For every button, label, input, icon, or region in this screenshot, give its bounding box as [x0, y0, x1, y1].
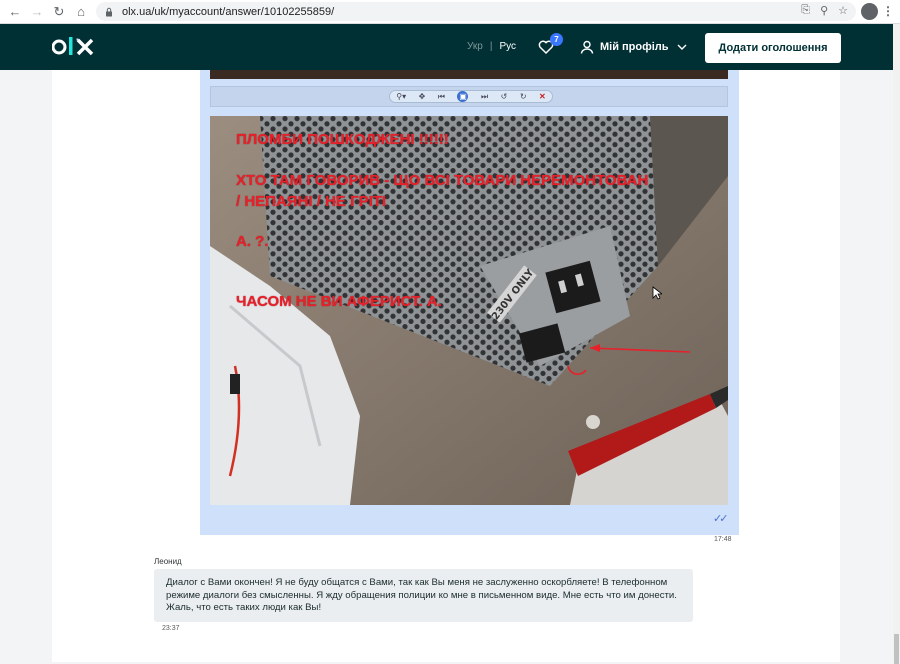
- close-icon[interactable]: ✕: [539, 92, 546, 101]
- sender-name: Леонид: [154, 557, 182, 566]
- photo-text-line-2: ХТО ТАМ ГОВОРИВ - ЩО ВСІ ТОВАРИ НЕРЕМОНТ…: [236, 172, 649, 189]
- chevron-down-icon: [677, 44, 687, 50]
- zoom-icon[interactable]: ⚲▾: [396, 92, 406, 101]
- url-text: olx.ua/uk/myaccount/answer/10102255859/: [122, 5, 335, 18]
- cursor-icon: [652, 286, 662, 300]
- lang-uk[interactable]: Укр: [467, 41, 483, 52]
- site-header: Укр | Рус 7 Мій профіль Додати оголошення: [0, 24, 893, 70]
- their-message-time: 23:37: [162, 625, 180, 632]
- message-text: Диалог с Вами окончен! Я не буду общатся…: [166, 577, 677, 613]
- post-ad-button[interactable]: Додати оголошення: [705, 33, 841, 63]
- lock-icon: [106, 7, 112, 16]
- user-icon: [580, 40, 594, 54]
- my-message-time: 17:48: [714, 536, 732, 543]
- forward-icon[interactable]: →: [26, 1, 48, 23]
- next-icon[interactable]: ⏭: [481, 92, 488, 102]
- rotate-right-icon[interactable]: ↻: [520, 92, 527, 101]
- photo-text-line-3: / НЕПАЯНІ / НЕ ГРІТІ: [236, 193, 387, 210]
- reload-icon[interactable]: ↻: [48, 1, 70, 23]
- lang-ru[interactable]: Рус: [499, 41, 516, 52]
- address-bar[interactable]: olx.ua/uk/myaccount/answer/10102255859/ …: [96, 2, 856, 21]
- photo-text-line-1: ПЛОМБИ ПОШКОДЖЕНІ !!!!!!: [236, 131, 449, 148]
- prev-icon[interactable]: ⏮: [438, 92, 445, 102]
- rotate-left-icon[interactable]: ↺: [501, 92, 508, 101]
- move-icon[interactable]: ✥: [419, 92, 426, 101]
- photo-text-line-4: А. ?.: [236, 233, 269, 250]
- my-profile-button[interactable]: Мій профіль: [580, 40, 693, 54]
- their-message-bubble: Диалог с Вами окончен! Я не буду общатся…: [154, 569, 693, 622]
- previous-image: [210, 70, 728, 79]
- bookmark-star-icon[interactable]: ☆: [838, 4, 848, 17]
- favorites-badge: 7: [550, 33, 563, 46]
- back-icon[interactable]: ←: [4, 1, 26, 23]
- image-viewer-toolbar: ⚲▾ ✥ ⏮ ▣ ⏭ ↺ ↻ ✕: [210, 86, 728, 107]
- attached-photo[interactable]: 230V ONLY ПЛОМБИ ПОШКОДЖЕНІ !!!!!! ХТО Т…: [210, 116, 728, 505]
- photo-text-line-5: ЧАСОМ НЕ ВИ АФЕРИСТ. А.: [236, 293, 442, 310]
- read-receipt-icon: ✓✓: [713, 513, 729, 525]
- page-scrollbar[interactable]: [893, 24, 900, 664]
- browser-menu-icon[interactable]: ⋮: [882, 4, 894, 18]
- home-icon[interactable]: ⌂: [70, 1, 92, 23]
- save-page-icon[interactable]: ⎘: [801, 4, 810, 17]
- scrollbar-thumb[interactable]: [894, 634, 899, 664]
- olx-logo[interactable]: [52, 35, 98, 59]
- profile-label: Мій профіль: [600, 41, 669, 53]
- browser-toolbar: ← → ↻ ⌂ olx.ua/uk/myaccount/answer/10102…: [0, 0, 900, 24]
- fit-icon[interactable]: ▣: [457, 91, 469, 102]
- language-switcher: Укр | Рус: [467, 41, 517, 52]
- zoom-icon[interactable]: ⚲: [820, 4, 828, 17]
- browser-profile-icon[interactable]: [861, 3, 878, 20]
